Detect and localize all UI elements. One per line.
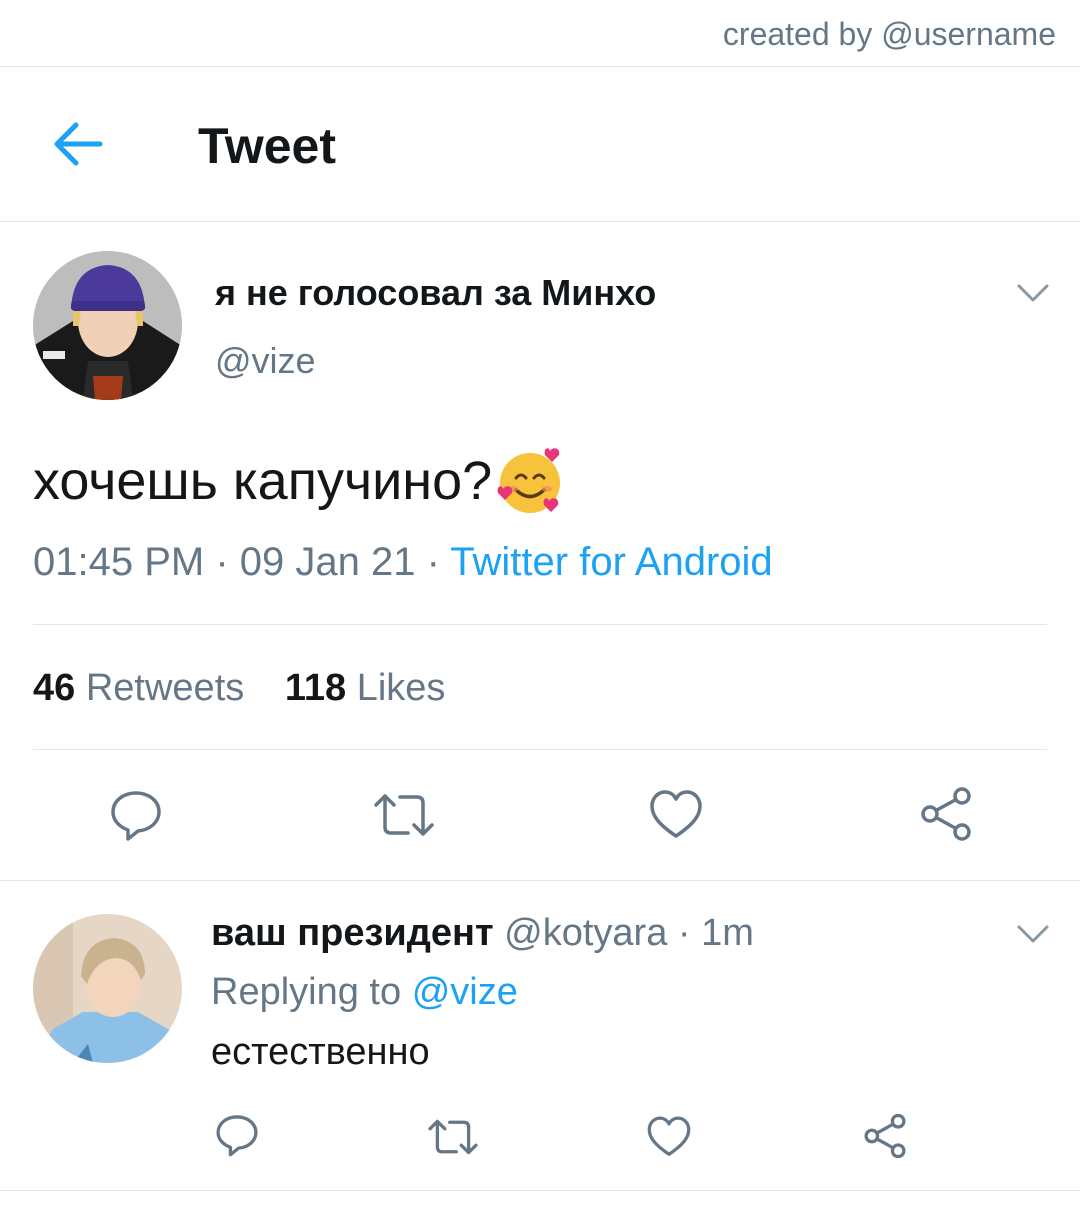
reply-time: 1m	[701, 912, 754, 954]
tweet-date: 09 Jan 21	[239, 540, 416, 584]
meta-separator: ·	[415, 540, 451, 584]
reply-author-display-name[interactable]: ваш президент	[211, 912, 494, 954]
credit-bar: created by @username	[0, 0, 1080, 67]
smiling-face-with-hearts-icon	[494, 445, 566, 517]
meta-separator: ·	[204, 540, 240, 584]
retweets-label: Retweets	[85, 667, 245, 709]
tweet-source-link[interactable]: Twitter for Android	[450, 540, 772, 584]
reply-icon[interactable]	[108, 787, 164, 843]
retweet-icon[interactable]	[426, 1114, 480, 1160]
tweet-body: хочешь капучино?	[33, 451, 493, 511]
retweets-count: 46	[33, 667, 76, 709]
chevron-down-icon[interactable]	[1015, 281, 1051, 305]
likes-stat[interactable]: 118 Likes	[285, 667, 446, 710]
credit-text: created by @username	[722, 16, 1056, 52]
section-separator	[0, 880, 1080, 881]
chevron-down-icon[interactable]	[1015, 922, 1051, 946]
author-avatar[interactable]	[33, 251, 182, 400]
replying-to: Replying to @vize	[211, 971, 518, 1014]
like-icon[interactable]	[648, 787, 704, 843]
page-title: Tweet	[198, 118, 336, 174]
like-icon[interactable]	[646, 1114, 692, 1160]
back-arrow-icon[interactable]	[50, 119, 106, 169]
share-icon[interactable]	[918, 785, 974, 843]
retweets-stat[interactable]: 46 Retweets	[33, 667, 244, 710]
top-app-bar: Tweet	[0, 67, 1080, 222]
author-display-name[interactable]: я не голосовал за Минхо	[215, 272, 656, 314]
retweet-icon[interactable]	[372, 787, 436, 843]
author-handle[interactable]: @vize	[215, 340, 316, 382]
tweet-stats: 46 Retweets 118 Likes	[33, 667, 475, 710]
likes-label: Likes	[356, 667, 446, 709]
reply-separator: ·	[667, 912, 702, 954]
reply-icon[interactable]	[214, 1112, 260, 1158]
tweet-time: 01:45 PM	[33, 540, 205, 584]
reply-header: ваш президент @kotyara · 1m	[211, 912, 754, 955]
reply-author-handle[interactable]: @kotyara	[504, 912, 667, 954]
tweet-text: хочешь капучино?	[33, 445, 566, 517]
replying-to-mention[interactable]: @vize	[412, 971, 518, 1013]
tweet-meta: 01:45 PM · 09 Jan 21 · Twitter for Andro…	[33, 540, 773, 585]
divider	[33, 624, 1047, 625]
section-separator	[0, 1190, 1080, 1191]
replying-to-label: Replying to	[211, 971, 402, 1013]
share-icon[interactable]	[862, 1112, 908, 1160]
likes-count: 118	[284, 667, 347, 709]
divider	[33, 749, 1047, 750]
reply-author-avatar[interactable]	[33, 914, 182, 1063]
reply-text: естественно	[211, 1031, 430, 1073]
